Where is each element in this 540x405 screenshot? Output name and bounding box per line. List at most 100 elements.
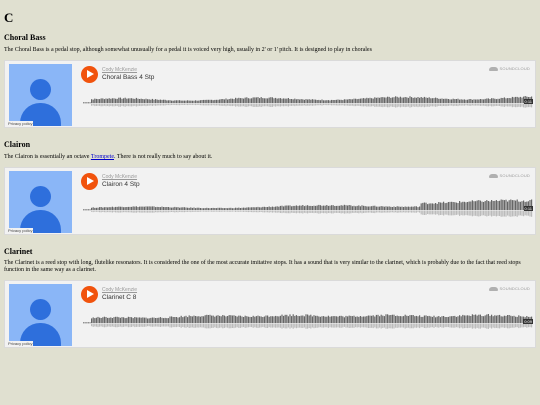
waveform-reflection-bar [246, 210, 248, 212]
waveform-reflection-bar [139, 103, 141, 106]
waveform-reflection-bar [396, 210, 398, 213]
waveform-reflection-bar [113, 103, 115, 107]
privacy-policy-link[interactable]: Privacy policy [7, 341, 34, 346]
waveform-reflection-bar [460, 103, 462, 106]
uploader-link[interactable]: Cody McKenzie [102, 287, 137, 293]
waveform-reflection-bar [239, 210, 241, 212]
waveform-reflection-bar [331, 103, 333, 106]
waveform-bar [379, 316, 381, 323]
duration-label: 0:09 [523, 319, 533, 324]
waveform-reflection-bar [310, 103, 312, 106]
play-button[interactable] [81, 286, 98, 303]
waveform-reflection-bar [412, 323, 414, 329]
waveform-reflection-bar [270, 323, 272, 328]
waveform-bar [486, 314, 488, 323]
waveform-bar [238, 97, 240, 103]
waveform-bar [377, 314, 379, 323]
uploader-link[interactable]: Cody McKenzie [102, 174, 137, 180]
waveform-bar [196, 100, 198, 103]
waveform-bar [308, 205, 310, 210]
waveform-bar [487, 201, 489, 210]
waveform-bar [323, 205, 325, 210]
waveform-bar [167, 100, 169, 103]
trompete-link[interactable]: Trompete [91, 154, 114, 160]
waveform-reflection-bar [271, 103, 273, 107]
waveform-reflection-bar [89, 103, 91, 104]
waveform-bar [223, 208, 225, 210]
play-button[interactable] [81, 173, 98, 190]
waveform-reflection-bar [95, 323, 97, 327]
waveform-reflection-bar [526, 210, 528, 216]
waveform-bar [286, 98, 288, 103]
waveform-reflection-bar [439, 103, 441, 106]
waveform-reflection-bar [251, 323, 253, 328]
waveform-bar [308, 99, 310, 103]
waveform-bar [369, 315, 371, 323]
waveform-reflection-bar [142, 103, 144, 106]
waveform-reflection-bar [383, 210, 385, 213]
waveform-reflection-bar [511, 210, 513, 217]
waveform-bar [279, 205, 281, 210]
waveform-reflection-bar [308, 103, 310, 106]
waveform-bar [124, 207, 126, 210]
waveform-bar [391, 207, 393, 210]
waveform[interactable] [83, 308, 533, 333]
track-title[interactable]: Clarinet C 8 [102, 294, 136, 301]
waveform-bar [91, 99, 93, 103]
waveform-bar [243, 207, 245, 210]
waveform-bar [121, 98, 123, 103]
waveform-reflection-bar [503, 323, 505, 328]
waveform-bar [471, 200, 473, 210]
soundcloud-player-choral-bass[interactable]: Privacy policy Cody McKenzie Choral Bass… [4, 60, 536, 128]
waveform-bar [505, 199, 507, 210]
waveform-reflection-bar [462, 210, 464, 216]
waveform-reflection-bar [279, 103, 281, 107]
privacy-policy-link[interactable]: Privacy policy [7, 228, 34, 233]
waveform-reflection-bar [140, 210, 142, 213]
waveform-bar [279, 98, 281, 103]
privacy-policy-link[interactable]: Privacy policy [7, 121, 34, 126]
waveform-bar [499, 200, 501, 210]
track-title[interactable]: Clairon 4 Stp [102, 181, 140, 188]
waveform-bar [159, 317, 161, 323]
waveform-reflection-bar [468, 210, 470, 216]
waveform-bar [249, 98, 251, 103]
waveform-reflection-bar [257, 103, 259, 107]
waveform-bar [220, 207, 222, 210]
waveform-bar [169, 100, 171, 103]
waveform-bar [414, 206, 416, 210]
waveform-bar [97, 316, 99, 323]
play-button[interactable] [81, 66, 98, 83]
waveform-bar [278, 206, 280, 210]
soundcloud-logo[interactable]: SOUNDCLOUD [488, 286, 530, 291]
waveform-bar [124, 97, 126, 103]
waveform-reflection-bar [484, 323, 486, 329]
waveform-bar [91, 207, 93, 210]
soundcloud-logo[interactable]: SOUNDCLOUD [488, 173, 530, 178]
waveform-reflection-bar [326, 323, 328, 328]
waveform-bar [411, 206, 413, 210]
waveform-bar [359, 316, 361, 323]
waveform-bar [398, 206, 400, 210]
waveform-bar [307, 314, 309, 323]
waveform-reflection-bar [433, 103, 435, 107]
waveform-bar [254, 207, 256, 210]
soundcloud-player-clarinet[interactable]: Privacy policy Cody McKenzie Clarinet C … [4, 280, 536, 348]
waveform-reflection-bar [267, 323, 269, 328]
waveform-reflection-bar [527, 103, 529, 108]
waveform-reflection-bar [135, 210, 137, 213]
waveform-bar [206, 99, 208, 103]
waveform-bar [126, 317, 128, 323]
uploader-link[interactable]: Cody McKenzie [102, 67, 137, 73]
track-title[interactable]: Choral Bass 4 Stp [102, 74, 154, 81]
waveform-reflection-bar [286, 323, 288, 329]
waveform-reflection-bar [308, 210, 310, 213]
waveform-bar [507, 201, 509, 210]
waveform-bar [151, 206, 153, 210]
waveform[interactable] [83, 88, 533, 113]
soundcloud-logo[interactable]: SOUNDCLOUD [488, 66, 530, 71]
waveform[interactable] [83, 195, 533, 220]
soundcloud-player-clairon[interactable]: Privacy policy Cody McKenzie Clairon 4 S… [4, 167, 536, 235]
waveform-bar [335, 316, 337, 323]
waveform-reflection-bar [172, 103, 174, 105]
